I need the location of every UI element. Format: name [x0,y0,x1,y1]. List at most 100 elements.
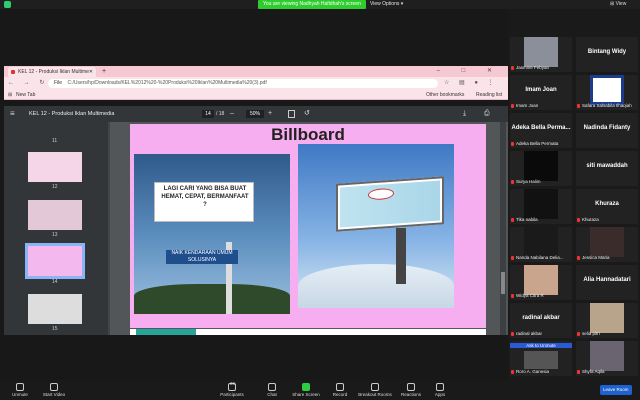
zoom-out-button[interactable]: – [230,106,234,122]
apps-icon[interactable]: ⊞ [8,90,12,100]
apps-button[interactable]: Apps [430,380,450,397]
ask-to-unmute-button[interactable]: Ask to Unmute [510,343,572,348]
participant-tile[interactable]: Khuraza Khuraza [576,189,638,224]
participant-video [524,351,558,369]
participant-name: Roro A. Ganesia [516,369,550,374]
participant-tile[interactable]: Jasmine Febyan [510,37,572,72]
rotate-icon[interactable]: ↺ [304,106,310,122]
participant-tile[interactable]: Imam Joan Imam Joan [510,75,572,110]
muted-mic-icon [577,332,580,336]
participant-name: Safara Salsabila Ilhaqiah [582,103,632,108]
unmute-button[interactable]: Unmute [8,380,32,397]
participant-big-name: Khuraza [595,201,619,207]
address-bar-row: ← → ↻ File C:/Users/hp/Downloads/KEL%201… [4,77,508,90]
scroll-thumb[interactable] [501,272,505,294]
participant-big-name: Nadinda Fidanty [583,125,631,131]
participant-tile[interactable]: Nanda Nabilana Delia... [510,227,572,262]
billboard-mockup [336,176,444,232]
reactions-button[interactable]: Reactions [398,380,424,397]
view-button[interactable]: ⊞ View [610,0,626,9]
participant-tile[interactable]: Safara Salsabila Ilhaqiah [576,75,638,110]
participant-tile[interactable]: Ask to Unmute Roro A. Ganesia [510,341,572,376]
window-controls[interactable]: – □ ✕ [437,66,502,77]
record-label: Record [332,392,348,397]
muted-mic-icon [511,218,514,222]
participant-name: Surya Halim [516,179,541,184]
leave-room-button[interactable]: Leave Room [600,385,632,395]
muted-mic-icon [511,66,514,70]
record-icon [336,383,344,391]
participant-tile[interactable]: radinal akbar radinal akbar [510,303,572,338]
start-video-label: Start Video [42,392,66,397]
muted-mic-icon [577,256,580,260]
participants-label: Participants [220,392,244,397]
pdf-toolbar: ≡ KEL 12 - Produksi Iklan Multimedia 14 … [4,106,508,133]
thumbnail-page[interactable] [28,200,82,230]
thumbnail-page[interactable] [28,152,82,182]
participant-video [524,265,558,295]
sign-button-text: NAIK KENDARAAN UMUM SOLUSINYA [166,250,238,264]
participants-button[interactable]: 36 Participants [218,380,246,397]
menu-icon[interactable]: ≡ [10,106,15,122]
participant-big-name: Bintang Widy [587,49,627,55]
bookmark-new-tab[interactable]: New Tab [16,90,35,100]
participant-big-name: Imam Joan [525,87,557,93]
participant-name: Widya Citra R [516,293,544,298]
muted-mic-icon [511,142,514,146]
fit-page-icon[interactable] [288,110,295,118]
participant-tile[interactable]: Adeka Bella Perma... Adeka Bella Permata [510,113,572,148]
thumb-label: 13 [52,232,58,238]
participant-logo [590,75,624,105]
thumbnail-page-selected[interactable] [25,243,85,279]
trees [134,284,290,314]
participant-tile[interactable]: Shyfa Aqila [576,341,638,376]
participant-name: Nanda Nabilana Delia... [516,255,564,260]
address-input[interactable]: File C:/Users/hp/Downloads/KEL%2012%20-%… [48,79,438,88]
participant-tile[interactable]: Jessica Maria [576,227,638,262]
chat-button[interactable]: Chat [262,380,282,397]
breakout-label: Breakout Rooms [358,392,392,397]
browser-tab[interactable]: KEL 12 - Produksi Iklan Multime ✕ [8,67,96,77]
participant-tile[interactable]: siti mawaddah [576,151,638,186]
apps-label: Apps [434,392,446,397]
speech-bubble [368,187,394,201]
clouds [298,264,454,308]
other-bookmarks[interactable]: Other bookmarks [426,90,464,100]
reading-list[interactable]: Reading list [476,90,502,100]
muted-mic-icon [577,104,580,108]
share-screen-label: Share Screen [292,392,320,397]
address-bar-icons[interactable]: ☆ ▤ ● ⋮ [444,77,498,90]
thumbnail-page[interactable] [28,294,82,324]
view-options-button[interactable]: View Options ▾ [370,0,403,9]
thumb-label: 14 [52,279,58,285]
breakout-rooms-button[interactable]: Breakout Rooms [356,380,394,397]
participant-name: Khuraza [582,217,599,222]
page-number-input[interactable]: 14 [202,110,214,118]
participant-video [590,341,624,371]
zoom-input[interactable]: 50% [246,110,264,118]
participants-count: 36 [230,381,236,386]
camera-icon [50,383,58,391]
start-video-button[interactable]: Start Video [40,380,68,397]
new-tab-button[interactable]: + [102,66,106,77]
thumbnail-scrollbar[interactable] [108,122,110,335]
participant-tile[interactable]: Widya Citra R [510,265,572,300]
record-button[interactable]: Record [328,380,352,397]
participant-tile[interactable]: Alia Hannadatari [576,265,638,300]
share-screen-button[interactable]: Share Screen [290,380,322,397]
participant-tile[interactable]: Nadinda Fidanty [576,113,638,148]
participant-tile[interactable]: Tika nabila [510,189,572,224]
participant-video [524,227,558,257]
shield-icon [4,1,11,8]
url-text: C:/Users/hp/Downloads/KEL%2012%20-%20Pro… [67,80,267,86]
participant-tile[interactable]: Surya Halim [510,151,572,186]
reactions-label: Reactions [400,392,421,397]
navigation-buttons[interactable]: ← → ↻ [8,77,48,90]
participant-tile[interactable]: selia pitri [576,303,638,338]
close-tab-icon[interactable]: ✕ [89,67,93,77]
sign-question: LAGI CARI YANG BISA BUAT HEMAT, CEPAT, B… [161,186,249,208]
apps-icon [436,383,444,391]
participant-tile[interactable]: Bintang Widy [576,37,638,72]
pdf-scrollbar[interactable] [500,122,506,335]
zoom-in-button[interactable]: + [268,106,272,122]
